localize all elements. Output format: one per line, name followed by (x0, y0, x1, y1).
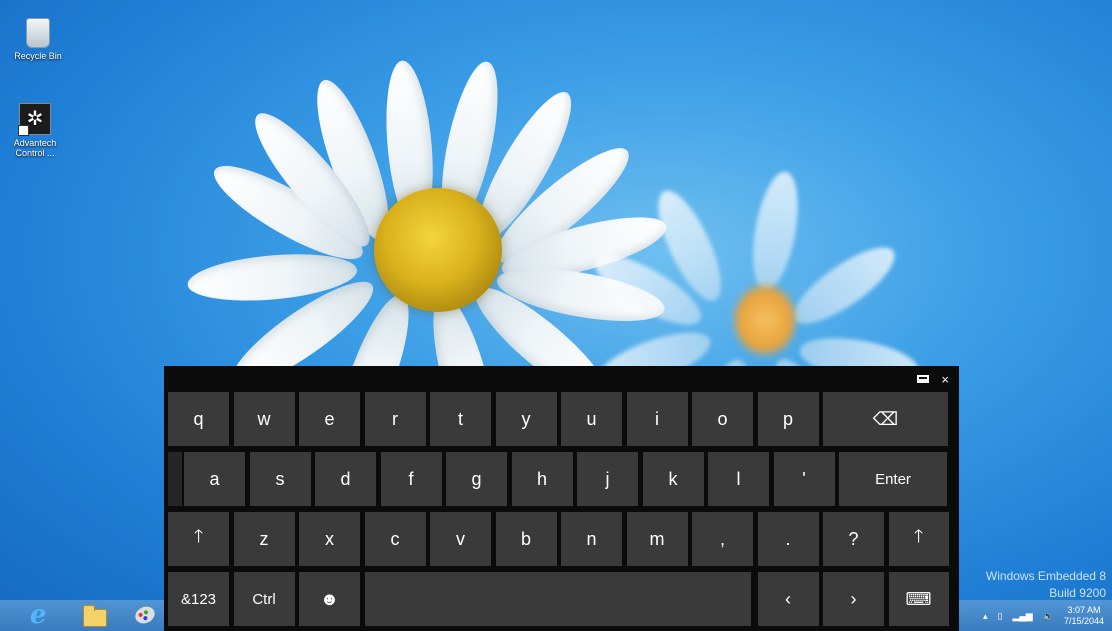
key-t[interactable]: t (430, 392, 491, 446)
keyboard-layout-key[interactable]: ⌨ (888, 572, 949, 626)
key-z[interactable]: z (233, 512, 295, 566)
key-q[interactable]: q (168, 392, 229, 446)
row2-spacer (168, 452, 182, 506)
shortcut-arrow-icon (18, 125, 29, 136)
clock-time: 3:07 AM (1067, 605, 1101, 615)
clock[interactable]: 3:07 AM 7/15/2044 (1064, 605, 1104, 627)
backspace-key[interactable]: ⌫ (823, 392, 948, 446)
key-i[interactable]: i (626, 392, 688, 446)
ctrl-key[interactable]: Ctrl (233, 572, 295, 626)
key-g[interactable]: g (446, 452, 507, 506)
key-p[interactable]: p (757, 392, 819, 446)
key-b[interactable]: b (495, 512, 557, 566)
shift-right-key[interactable]: 🡑 (888, 512, 949, 566)
recycle-bin-icon (26, 18, 50, 48)
file-explorer-icon[interactable] (80, 603, 107, 627)
key-c[interactable]: c (364, 512, 426, 566)
key-s[interactable]: s (249, 452, 311, 506)
key-m[interactable]: m (626, 512, 688, 566)
advantech-control-label: Advantech Control ... (13, 138, 57, 158)
touch-keyboard: × q w e r t y u i o p ⌫ a s d f g h j k l ' Enter 🡑 z x c v b n m,.? 🡑… (164, 366, 959, 631)
os-edition: Windows Embedded 8 (985, 569, 1106, 583)
internet-explorer-icon[interactable]: e (30, 602, 56, 628)
system-tray: ▴ ▯ ▂▄▆ 🔈 3:07 AM 7/15/2044 (983, 602, 1104, 630)
key-x[interactable]: x (299, 512, 360, 566)
advantech-control-shortcut[interactable]: ✲ Advantech Control ... (5, 103, 65, 158)
dock-keyboard-icon[interactable] (917, 375, 930, 383)
key-v[interactable]: v (430, 512, 491, 566)
keyboard-controls: × (917, 369, 949, 389)
key-l[interactable]: l (708, 452, 769, 506)
os-watermark: Windows Embedded 8 Build 9200 (986, 568, 1106, 602)
gear-icon: ✲ (18, 103, 51, 136)
key-apostrophe[interactable]: ' (773, 452, 835, 506)
key-y[interactable]: y (495, 392, 557, 446)
enter-key[interactable]: Enter (839, 452, 947, 506)
key-period[interactable]: . (757, 512, 819, 566)
space-key[interactable] (364, 572, 751, 626)
key-d[interactable]: d (315, 452, 376, 506)
key-f[interactable]: f (380, 452, 442, 506)
key-w[interactable]: w (233, 392, 295, 446)
emoji-key[interactable]: ☻ (299, 572, 360, 626)
key-question[interactable]: ? (823, 512, 884, 566)
recycle-bin-label: Recycle Bin (14, 51, 62, 61)
close-keyboard-button[interactable]: × (941, 372, 949, 387)
key-u[interactable]: u (561, 392, 622, 446)
show-hidden-icons-icon[interactable]: ▴ (983, 611, 988, 622)
key-n[interactable]: n (561, 512, 622, 566)
key-h[interactable]: h (511, 452, 573, 506)
key-comma[interactable]: , (692, 512, 753, 566)
key-r[interactable]: r (364, 392, 426, 446)
network-icon[interactable]: ▂▄▆ (1013, 611, 1033, 622)
key-k[interactable]: k (642, 452, 704, 506)
left-arrow-key[interactable]: ‹ (757, 572, 819, 626)
key-o[interactable]: o (692, 392, 753, 446)
paint-icon[interactable] (132, 603, 159, 627)
recycle-bin-shortcut[interactable]: Recycle Bin (8, 18, 68, 61)
right-arrow-key[interactable]: › (823, 572, 884, 626)
key-a[interactable]: a (184, 452, 245, 506)
key-j[interactable]: j (577, 452, 638, 506)
shift-left-key[interactable]: 🡑 (168, 512, 229, 566)
numbers-symbols-key[interactable]: &123 (168, 572, 229, 626)
volume-icon[interactable]: 🔈 (1043, 611, 1054, 622)
key-e[interactable]: e (299, 392, 360, 446)
clock-date: 7/15/2044 (1063, 616, 1104, 626)
battery-icon[interactable]: ▯ (998, 611, 1003, 622)
